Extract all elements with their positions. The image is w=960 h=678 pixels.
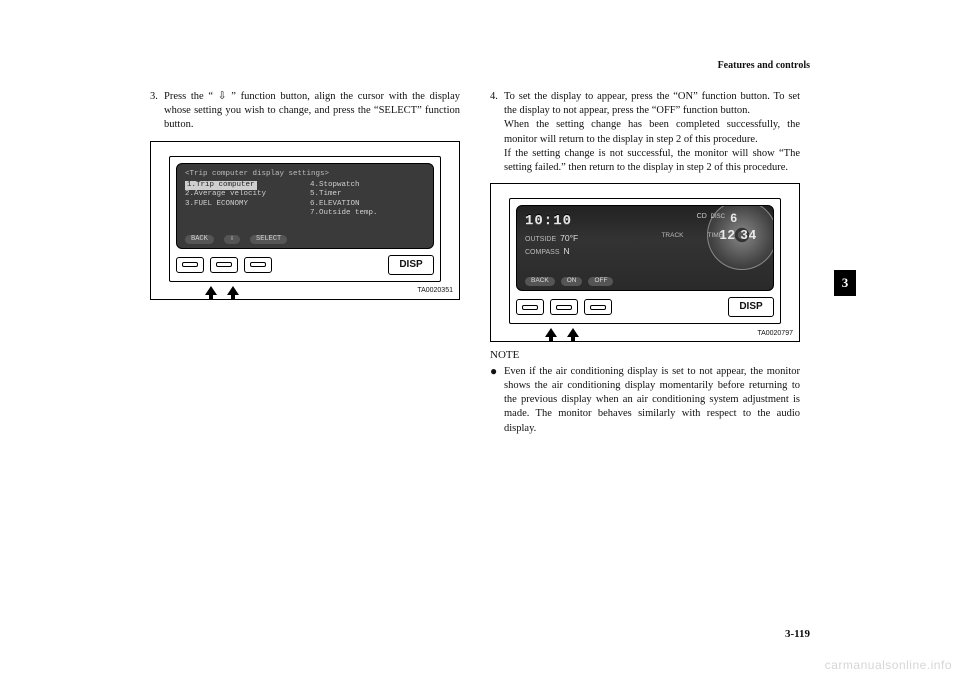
figure-2: 10:10 OUTSIDE70°F COMPASSN CD DISC 6 TRA… (490, 183, 800, 342)
menu-item: 1.Trip computer (185, 181, 257, 190)
monitor-screen: 10:10 OUTSIDE70°F COMPASSN CD DISC 6 TRA… (516, 205, 774, 291)
track-label-row: TRACKTIME (661, 232, 723, 241)
chapter-tab: 3 (834, 270, 856, 296)
softkey-on: ON (561, 277, 583, 286)
softkey-row: BACK ⇩ SELECT (185, 235, 425, 244)
hw-button (176, 257, 204, 273)
menu-item: 6.ELEVATION (310, 200, 425, 209)
disc-number: 6 (730, 210, 737, 226)
hw-button (244, 257, 272, 273)
pointer-arrows (205, 286, 441, 295)
hw-button (516, 299, 544, 315)
step-3: 3. Press the “ ⇩ ” function button, alig… (150, 90, 460, 133)
softkey-back: BACK (185, 235, 214, 244)
softkey-select: SELECT (250, 235, 287, 244)
disp-button: DISP (728, 297, 774, 317)
figure-id: TA0020797 (757, 329, 793, 338)
step-text: Press the “ ⇩ ” function button, align t… (164, 90, 460, 133)
up-arrow-icon (545, 328, 557, 337)
section-header: Features and controls (718, 60, 810, 71)
note-heading: NOTE (490, 348, 800, 363)
cd-label: CD DISC (697, 212, 725, 221)
hardware-button-row: DISP (516, 297, 774, 317)
menu-item: 2.Average velocity (185, 190, 300, 199)
hardware-button-row: DISP (176, 255, 434, 275)
monitor-unit: <Trip computer display settings> 1.Trip … (169, 156, 441, 282)
monitor-screen: <Trip computer display settings> 1.Trip … (176, 163, 434, 249)
softkey-back: BACK (525, 277, 555, 286)
screen-title: <Trip computer display settings> (185, 170, 425, 179)
menu-item: 4.Stopwatch (310, 181, 425, 190)
note-text: Even if the air conditioning display is … (504, 365, 800, 436)
bullet-icon: ● (490, 365, 504, 436)
figure-id: TA0020351 (417, 286, 453, 295)
menu-item: 5.Timer (310, 190, 425, 199)
manual-page: Features and controls 3. Press the “ ⇩ ”… (150, 80, 810, 610)
hw-button (210, 257, 238, 273)
softkey-off: OFF (588, 277, 613, 286)
right-column: 4. To set the display to appear, press t… (490, 90, 800, 436)
disp-button: DISP (388, 255, 434, 275)
step-number: 3. (150, 90, 164, 133)
note-bullet: ● Even if the air conditioning display i… (490, 365, 800, 436)
menu-item: 3.FUEL ECONOMY (185, 200, 300, 209)
pointer-arrows (545, 328, 781, 337)
step-number: 4. (490, 90, 504, 175)
left-column: 3. Press the “ ⇩ ” function button, alig… (150, 90, 460, 300)
track-time-value: 12 34 (719, 226, 757, 244)
watermark: carmanualsonline.info (825, 658, 952, 672)
up-arrow-icon (205, 286, 217, 295)
figure-1: <Trip computer display settings> 1.Trip … (150, 141, 460, 300)
softkey-row: BACK ON OFF (525, 277, 613, 286)
softkey-down: ⇩ (224, 235, 240, 244)
step-4: 4. To set the display to appear, press t… (490, 90, 800, 175)
step-text: To set the display to appear, press the … (504, 90, 800, 175)
hw-button (584, 299, 612, 315)
up-arrow-icon (227, 286, 239, 295)
page-number: 3-119 (785, 628, 810, 640)
menu-item: 7.Outside temp. (310, 209, 425, 218)
monitor-unit: 10:10 OUTSIDE70°F COMPASSN CD DISC 6 TRA… (509, 198, 781, 324)
up-arrow-icon (567, 328, 579, 337)
hw-button (550, 299, 578, 315)
